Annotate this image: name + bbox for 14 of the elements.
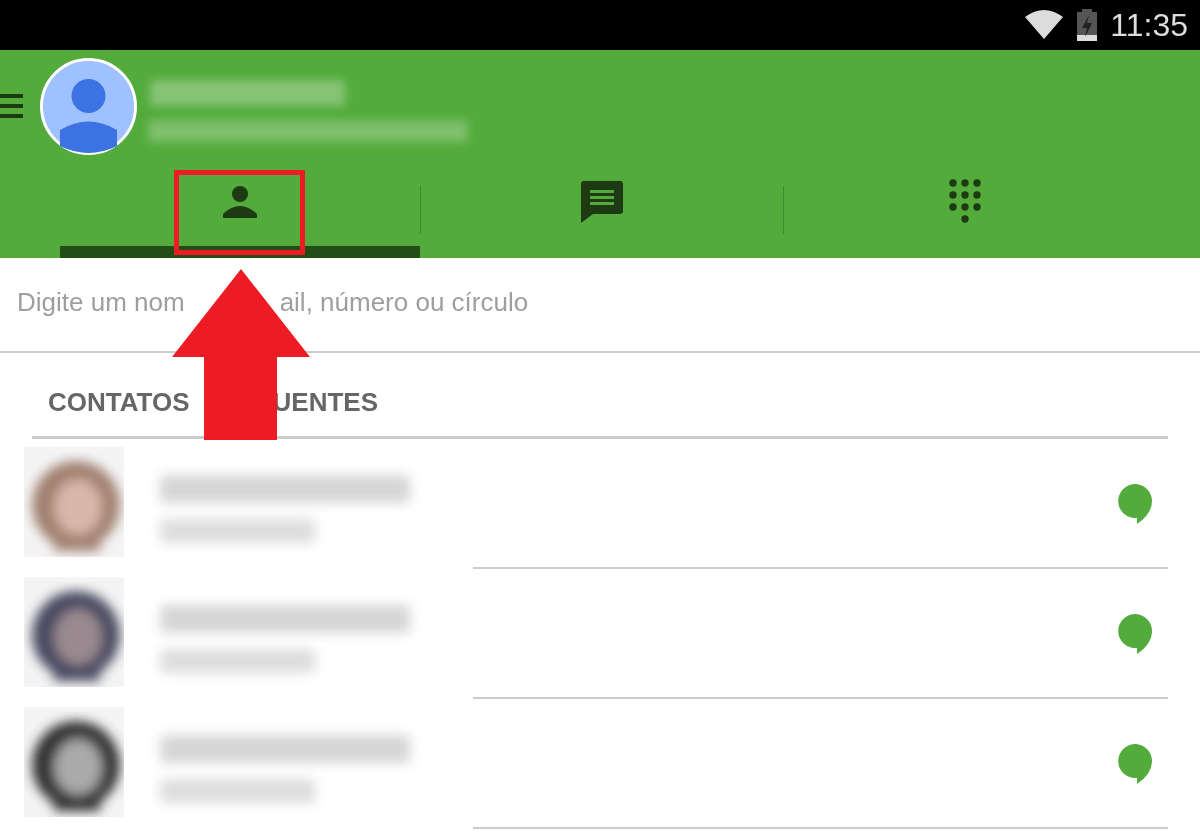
battery-icon: [1076, 9, 1099, 41]
section-title: CONTATOS: [48, 386, 190, 419]
search-field[interactable]: Digite um nom ail, número ou círculo: [17, 283, 529, 322]
menu-icon[interactable]: [0, 94, 23, 118]
wifi-icon: [1024, 9, 1065, 41]
hangouts-icon[interactable]: [1117, 484, 1152, 524]
hangouts-icon[interactable]: [1117, 744, 1152, 784]
clock-time: 11:35: [1110, 6, 1188, 45]
person-icon: [223, 186, 257, 218]
dialpad-icon: [948, 179, 982, 225]
hangouts-icon[interactable]: [1117, 614, 1152, 654]
message-icon: [581, 181, 623, 223]
section-title: UENTES: [272, 386, 379, 419]
account-avatar[interactable]: [40, 58, 137, 155]
